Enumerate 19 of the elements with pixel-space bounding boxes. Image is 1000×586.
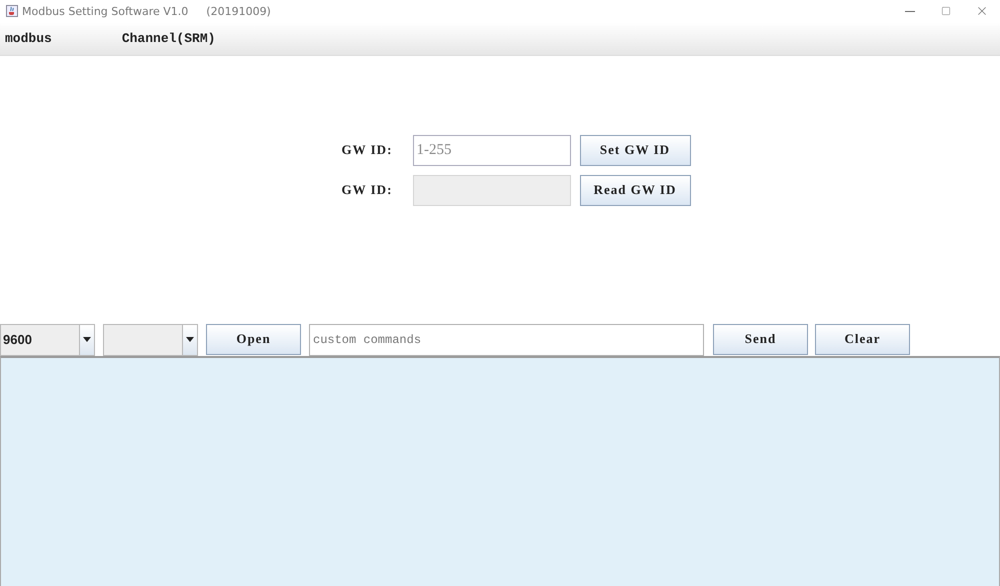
clear-button[interactable]: Clear bbox=[815, 324, 910, 354]
field-label: GW ID: bbox=[342, 182, 394, 198]
command-field[interactable]: custom commands bbox=[309, 324, 704, 356]
gateway-button[interactable]: Set GW ID bbox=[580, 134, 690, 166]
port-dropdown[interactable] bbox=[103, 324, 198, 356]
build-date: (20191009) bbox=[206, 4, 271, 18]
caret-icon bbox=[186, 337, 194, 342]
baud-rate-dropdown[interactable]: 9600 bbox=[0, 324, 95, 356]
java-cup-icon bbox=[6, 5, 18, 17]
field-label: GW ID: bbox=[342, 142, 394, 158]
maximize-icon bbox=[941, 6, 951, 16]
minimize-icon bbox=[905, 10, 915, 12]
window-title: Modbus Setting Software V1.0 bbox=[22, 4, 188, 18]
menu-item[interactable]: modbus bbox=[5, 31, 52, 46]
gateway-id-field[interactable]: 1-255 bbox=[412, 134, 570, 166]
open-button[interactable]: Open bbox=[206, 324, 301, 354]
caret-icon bbox=[83, 337, 92, 342]
menu-item[interactable]: Channel(SRM) bbox=[122, 31, 216, 46]
send-button[interactable]: Send bbox=[713, 324, 808, 354]
